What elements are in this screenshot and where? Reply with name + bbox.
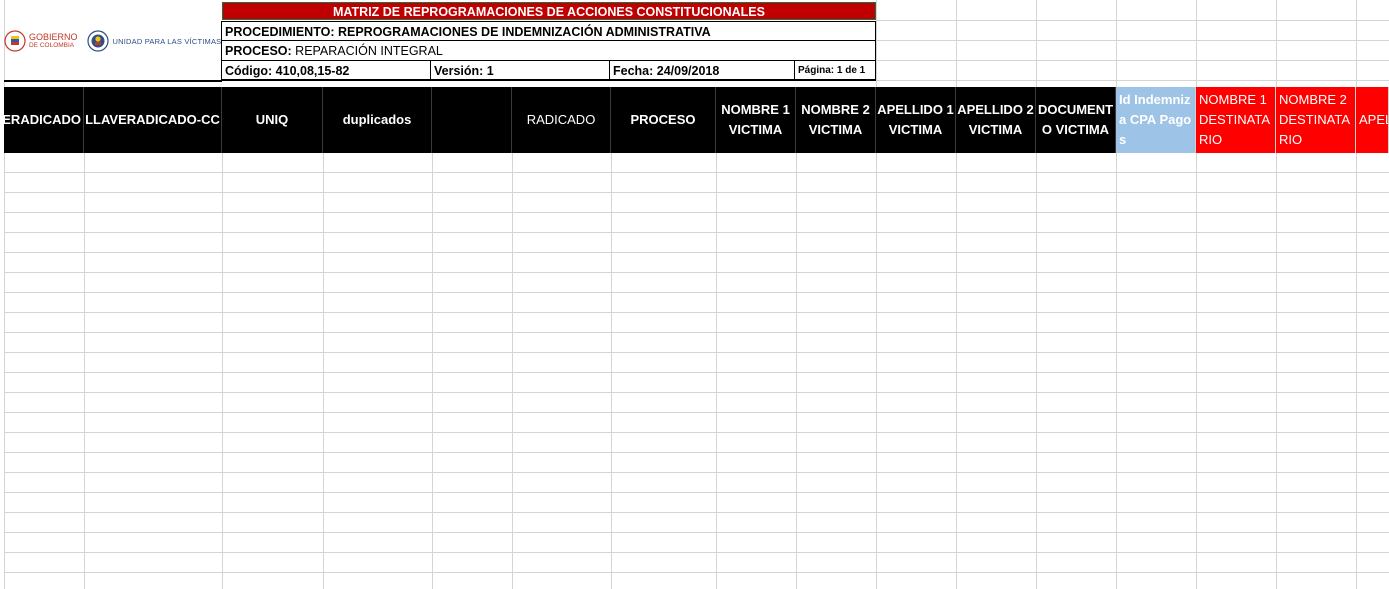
- gobierno-line2: DE COLOMBIA: [29, 42, 75, 49]
- col-header-apellido2-victima[interactable]: APELLIDO 2 VICTIMA: [956, 87, 1036, 153]
- proceso-value: REPARACIÓN INTEGRAL: [291, 44, 443, 58]
- col-header-uniq[interactable]: UNIQ: [222, 87, 323, 153]
- proceso-row[interactable]: PROCESO: REPARACIÓN INTEGRAL: [221, 41, 876, 61]
- col-header-llaveradicado[interactable]: LLAVERADICADO-CC: [84, 87, 222, 153]
- col-header-duplicados[interactable]: duplicados: [323, 87, 432, 153]
- logo-area: GOBIERNO DE COLOMBIA UNIDAD PARA LAS VÍC…: [4, 27, 221, 55]
- col-header-proceso[interactable]: PROCESO: [611, 87, 716, 153]
- codigo-cell[interactable]: Código: 410,08,15-82: [221, 61, 431, 81]
- form-title[interactable]: MATRIZ DE REPROGRAMACIONES DE ACCIONES C…: [222, 2, 876, 20]
- col-header-nombre2-victima[interactable]: NOMBRE 2 VICTIMA: [796, 87, 876, 153]
- col-header-empty[interactable]: [432, 87, 512, 153]
- col-header-documento-victima[interactable]: DOCUMENTO VICTIMA: [1036, 87, 1116, 153]
- unidad-victimas-icon: [86, 30, 109, 52]
- col-header-radicado[interactable]: RADICADO: [512, 87, 611, 153]
- gobierno-logo-text: GOBIERNO DE COLOMBIA: [29, 33, 78, 49]
- logo-bottom-border: [4, 80, 222, 82]
- fecha-cell[interactable]: Fecha: 24/09/2018: [610, 61, 795, 81]
- col-header-id-indemniza[interactable]: Id Indemniza CPA Pagos: [1116, 87, 1196, 153]
- col-header-apellido-destinatario[interactable]: APELLIDO: [1356, 87, 1389, 153]
- proceso-label: PROCESO:: [225, 44, 292, 58]
- col-header-veradicado[interactable]: VERADICADO: [4, 87, 84, 153]
- pagina-cell[interactable]: Página: 1 de 1: [795, 61, 876, 81]
- procedimiento-row[interactable]: PROCEDIMIENTO: REPROGRAMACIONES DE INDEM…: [221, 21, 876, 41]
- version-cell[interactable]: Versión: 1: [431, 61, 610, 81]
- col-header-nombre1-victima[interactable]: NOMBRE 1 VICTIMA: [716, 87, 796, 153]
- colombia-shield-icon: [4, 30, 26, 52]
- procedimiento-value: REPROGRAMACIONES DE INDEMNIZACIÓN ADMINI…: [334, 25, 711, 39]
- col-header-nombre2-destinatario[interactable]: NOMBRE 2 DESTINATARIO: [1276, 87, 1356, 153]
- procedimiento-label: PROCEDIMIENTO:: [225, 25, 335, 39]
- gobierno-line1: GOBIERNO: [29, 33, 78, 42]
- unidad-logo-text: UNIDAD PARA LAS VÍCTIMAS: [112, 36, 222, 46]
- col-header-nombre1-destinatario[interactable]: NOMBRE 1 DESTINATARIO: [1196, 87, 1276, 153]
- col-header-apellido1-victima[interactable]: APELLIDO 1 VICTIMA: [876, 87, 956, 153]
